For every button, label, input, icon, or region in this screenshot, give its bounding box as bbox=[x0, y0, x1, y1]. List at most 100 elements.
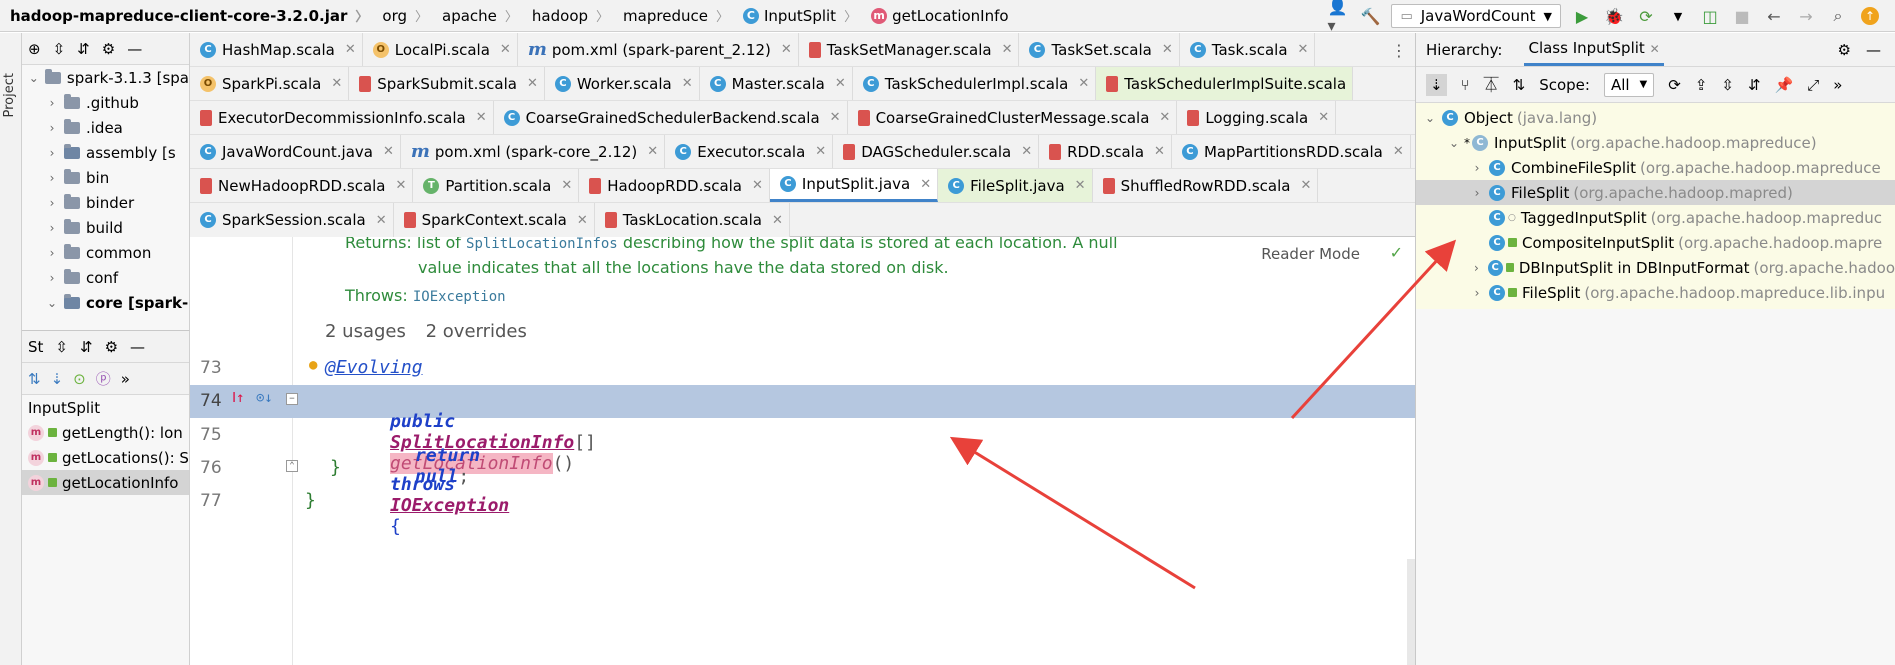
tab-pom-core[interactable]: m pom.xml (spark-core_2.12) ✕ bbox=[400, 135, 666, 168]
gear-icon[interactable]: ⚙ bbox=[105, 338, 118, 356]
tab-sparksession[interactable]: C SparkSession.scala ✕ bbox=[190, 203, 394, 237]
close-icon[interactable]: ✕ bbox=[781, 42, 792, 57]
tab-localpi[interactable]: O LocalPi.scala ✕ bbox=[362, 33, 518, 66]
structure-item-method[interactable]: m getLocations(): S bbox=[22, 445, 189, 470]
close-icon[interactable]: ✕ bbox=[1298, 42, 1309, 57]
hierarchy-item-selected[interactable]: › C FileSplit (org.apache.hadoop.mapred) bbox=[1416, 180, 1895, 205]
close-icon[interactable]: ✕ bbox=[383, 144, 394, 159]
close-icon[interactable]: ✕ bbox=[830, 110, 841, 125]
tab-shuffledrowrdd[interactable]: ShuffledRowRDD.scala ✕ bbox=[1092, 169, 1319, 202]
export-icon[interactable]: ⤢ bbox=[1807, 76, 1819, 94]
hierarchy-item[interactable]: ⌄ * C InputSplit (org.apache.hadoop.mapreduc… bbox=[1416, 130, 1895, 155]
close-icon[interactable]: ✕ bbox=[376, 213, 387, 228]
close-icon[interactable]: ✕ bbox=[1162, 42, 1173, 57]
scroll-to-source-icon[interactable]: ⇪ bbox=[1695, 76, 1708, 94]
hierarchy-item[interactable]: › C DBInputSplit in DBInputFormat (org.apac… bbox=[1416, 255, 1895, 280]
close-icon[interactable]: ✕ bbox=[752, 178, 763, 193]
close-icon[interactable]: ✕ bbox=[1002, 42, 1013, 57]
close-icon[interactable]: ✕ bbox=[1078, 76, 1089, 91]
hierarchy-item[interactable]: C ○ TaggedInputSplit (org.apache.hadoop.map… bbox=[1416, 205, 1895, 230]
expand-all-icon[interactable]: ⇳ bbox=[53, 40, 66, 58]
close-icon[interactable]: ✕ bbox=[577, 213, 588, 228]
close-icon[interactable]: ✕ bbox=[331, 76, 342, 91]
close-icon[interactable]: ✕ bbox=[1075, 178, 1086, 193]
subtypes-icon[interactable]: ⏄ bbox=[1484, 74, 1499, 95]
more-icon[interactable]: » bbox=[1833, 76, 1842, 94]
tree-item[interactable]: › common bbox=[22, 240, 189, 265]
collapse-icon[interactable]: ⇵ bbox=[80, 338, 93, 356]
close-icon[interactable]: ✕ bbox=[835, 76, 846, 91]
breadcrumb-org[interactable]: org 〉 bbox=[372, 0, 432, 32]
build-hammer-icon[interactable]: 🔨 bbox=[1359, 5, 1381, 27]
close-icon[interactable]: ✕ bbox=[1159, 110, 1170, 125]
hierarchy-tab[interactable]: Class InputSplit ✕ bbox=[1524, 33, 1664, 66]
close-icon[interactable]: ✕ bbox=[815, 144, 826, 159]
collapse-all-icon[interactable]: ⇵ bbox=[77, 40, 90, 58]
minimize-icon[interactable]: — bbox=[1866, 41, 1881, 59]
back-icon[interactable]: ← bbox=[1763, 5, 1785, 27]
tab-task[interactable]: C Task.scala ✕ bbox=[1179, 33, 1316, 66]
sort-alpha-icon[interactable]: ⇅ bbox=[1513, 76, 1526, 94]
tree-item[interactable]: › bin bbox=[22, 165, 189, 190]
structure-item-method-selected[interactable]: m getLocationInfo bbox=[22, 470, 189, 495]
tree-item[interactable]: › .github bbox=[22, 90, 189, 115]
pin-icon[interactable]: 📌 bbox=[1775, 76, 1794, 94]
tab-executordecommissioninfo[interactable]: ExecutorDecommissionInfo.scala ✕ bbox=[190, 101, 494, 134]
gear-icon[interactable]: ⚙ bbox=[1838, 41, 1851, 59]
tab-dagscheduler[interactable]: DAGScheduler.scala ✕ bbox=[833, 135, 1040, 168]
sort-alpha-icon[interactable]: ⇣ bbox=[51, 370, 64, 388]
close-icon[interactable]: ✕ bbox=[561, 178, 572, 193]
implemented-icon[interactable]: Ⅰ↑ bbox=[232, 390, 245, 406]
fold-end-icon[interactable]: ⌃ bbox=[286, 460, 298, 472]
editor-vertical-scrollbar[interactable] bbox=[1407, 559, 1415, 665]
collapse-all-icon[interactable]: ⇵ bbox=[1748, 76, 1761, 94]
tab-mappartitionsrdd[interactable]: C MapPartitionsRDD.scala ✕ bbox=[1171, 135, 1411, 168]
close-icon[interactable]: ✕ bbox=[476, 110, 487, 125]
supertypes-icon[interactable]: ⑂ bbox=[1461, 76, 1470, 94]
tab-taskset[interactable]: C TaskSet.scala ✕ bbox=[1019, 33, 1180, 66]
tab-master[interactable]: C Master.scala ✕ bbox=[699, 67, 853, 100]
more-run-chevron-icon[interactable]: ▼ bbox=[1667, 5, 1689, 27]
tab-rdd[interactable]: RDD.scala ✕ bbox=[1039, 135, 1172, 168]
tree-item[interactable]: › build bbox=[22, 215, 189, 240]
breadcrumb-jar[interactable]: hadoop-mapreduce-client-core-3.2.0.jar 〉 bbox=[0, 0, 372, 32]
search-icon[interactable]: ⌕ bbox=[1827, 5, 1849, 27]
type-hierarchy-icon[interactable]: ⇣ bbox=[1426, 73, 1447, 96]
overrides-hint[interactable]: 2 overrides bbox=[426, 321, 527, 342]
tab-worker[interactable]: C Worker.scala ✕ bbox=[544, 67, 700, 100]
structure-item-class[interactable]: InputSplit bbox=[22, 395, 189, 420]
tree-item[interactable]: › binder bbox=[22, 190, 189, 215]
sort-icon[interactable]: ⇳ bbox=[55, 338, 68, 356]
properties-icon[interactable]: ⓟ bbox=[96, 368, 111, 389]
breadcrumb-hadoop[interactable]: hadoop 〉 bbox=[522, 0, 613, 32]
overridden-icon[interactable]: ⊙↓ bbox=[256, 390, 273, 406]
tab-newhadooprdd[interactable]: NewHadoopRDD.scala ✕ bbox=[190, 169, 414, 202]
bulb-icon[interactable]: ● bbox=[309, 357, 317, 373]
close-icon[interactable]: ✕ bbox=[1393, 144, 1404, 159]
tab-sparkcontext[interactable]: SparkContext.scala ✕ bbox=[393, 203, 595, 237]
more-icon[interactable]: » bbox=[121, 370, 130, 388]
tab-partition[interactable]: T Partition.scala ✕ bbox=[413, 169, 580, 202]
forward-icon[interactable]: → bbox=[1795, 5, 1817, 27]
expand-all-icon[interactable]: ⇳ bbox=[1721, 76, 1734, 94]
tab-javawordcount[interactable]: C JavaWordCount.java ✕ bbox=[190, 135, 401, 168]
close-icon[interactable]: ✕ bbox=[772, 213, 783, 228]
close-icon[interactable]: ✕ bbox=[500, 42, 511, 57]
hierarchy-item[interactable]: ⌄ C Object (java.lang) bbox=[1416, 105, 1895, 130]
close-icon[interactable]: ✕ bbox=[527, 76, 538, 91]
doc-throws-value[interactable]: IOException bbox=[413, 289, 506, 305]
hierarchy-item[interactable]: › C CombineFileSplit (org.apache.hadoop.map… bbox=[1416, 155, 1895, 180]
inherited-icon[interactable]: ⊙ bbox=[73, 370, 86, 388]
tab-logging[interactable]: Logging.scala ✕ bbox=[1177, 101, 1337, 134]
sort-visibility-icon[interactable]: ⇅ bbox=[28, 370, 41, 388]
close-icon[interactable]: ✕ bbox=[682, 76, 693, 91]
stop-icon[interactable]: ■ bbox=[1731, 5, 1753, 27]
tab-taskschedulerimpl[interactable]: C TaskSchedulerImpl.scala ✕ bbox=[852, 67, 1097, 100]
run-icon[interactable]: ▶ bbox=[1571, 5, 1593, 27]
tab-sparkpi[interactable]: O SparkPi.scala ✕ bbox=[190, 67, 350, 100]
tab-executor[interactable]: C Executor.scala ✕ bbox=[665, 135, 834, 168]
close-icon[interactable]: ✕ bbox=[1154, 144, 1165, 159]
tab-pom-parent[interactable]: m pom.xml (spark-parent_2.12) ✕ bbox=[517, 33, 799, 66]
coverage-icon[interactable]: ⟳ bbox=[1635, 5, 1657, 27]
structure-item-method[interactable]: m getLength(): lon bbox=[22, 420, 189, 445]
